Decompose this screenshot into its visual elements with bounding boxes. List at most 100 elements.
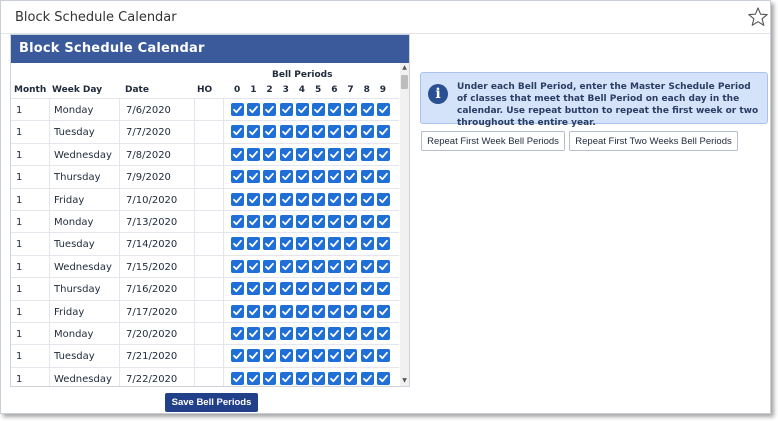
period-8-checkbox[interactable] xyxy=(360,304,374,318)
period-7-checkbox[interactable] xyxy=(344,349,358,363)
period-5-checkbox[interactable] xyxy=(312,103,325,116)
period-0-checkbox[interactable] xyxy=(231,304,244,318)
period-5-checkbox[interactable] xyxy=(312,147,325,161)
period-3-checkbox[interactable] xyxy=(279,147,293,161)
period-3-checkbox[interactable] xyxy=(279,192,293,206)
period-5-checkbox[interactable] xyxy=(312,371,325,385)
period-0-checkbox[interactable] xyxy=(231,170,244,184)
period-1-checkbox[interactable] xyxy=(247,103,261,116)
period-7-checkbox[interactable] xyxy=(344,259,358,273)
period-0-checkbox[interactable] xyxy=(231,349,244,363)
period-9-checkbox[interactable] xyxy=(376,103,390,116)
period-1-checkbox[interactable] xyxy=(247,259,261,273)
scroll-down-arrow-icon[interactable]: ▼ xyxy=(401,377,408,385)
period-4-checkbox[interactable] xyxy=(295,371,309,385)
repeat-first-week-button[interactable]: Repeat First Week Bell Periods xyxy=(421,131,565,151)
period-5-checkbox[interactable] xyxy=(312,237,325,251)
period-8-checkbox[interactable] xyxy=(360,349,374,363)
period-9-checkbox[interactable] xyxy=(376,259,390,273)
period-0-checkbox[interactable] xyxy=(231,327,244,340)
repeat-first-two-weeks-button[interactable]: Repeat First Two Weeks Bell Periods xyxy=(569,131,738,151)
period-6-checkbox[interactable] xyxy=(328,147,342,161)
period-4-checkbox[interactable] xyxy=(295,192,309,206)
period-4-checkbox[interactable] xyxy=(295,103,309,116)
save-bell-periods-button[interactable]: Save Bell Periods xyxy=(165,393,258,412)
period-4-checkbox[interactable] xyxy=(295,259,309,273)
period-6-checkbox[interactable] xyxy=(328,192,342,206)
period-0-checkbox[interactable] xyxy=(231,259,244,273)
period-8-checkbox[interactable] xyxy=(360,237,374,251)
period-1-checkbox[interactable] xyxy=(247,304,261,318)
period-8-checkbox[interactable] xyxy=(360,371,374,385)
period-4-checkbox[interactable] xyxy=(295,170,309,184)
period-6-checkbox[interactable] xyxy=(328,304,342,318)
period-3-checkbox[interactable] xyxy=(279,103,293,116)
period-4-checkbox[interactable] xyxy=(295,304,309,318)
favorite-star-icon[interactable] xyxy=(747,6,769,28)
period-0-checkbox[interactable] xyxy=(231,125,244,139)
period-8-checkbox[interactable] xyxy=(360,282,374,296)
period-9-checkbox[interactable] xyxy=(376,282,390,296)
period-0-checkbox[interactable] xyxy=(231,103,244,116)
period-0-checkbox[interactable] xyxy=(231,192,244,206)
period-9-checkbox[interactable] xyxy=(376,192,390,206)
period-8-checkbox[interactable] xyxy=(360,103,374,116)
period-9-checkbox[interactable] xyxy=(376,304,390,318)
period-2-checkbox[interactable] xyxy=(263,282,277,296)
period-1-checkbox[interactable] xyxy=(247,215,261,228)
period-3-checkbox[interactable] xyxy=(279,349,293,363)
period-2-checkbox[interactable] xyxy=(263,215,277,228)
period-2-checkbox[interactable] xyxy=(263,192,277,206)
period-6-checkbox[interactable] xyxy=(328,259,342,273)
period-6-checkbox[interactable] xyxy=(328,103,342,116)
period-6-checkbox[interactable] xyxy=(328,282,342,296)
period-7-checkbox[interactable] xyxy=(344,215,358,228)
period-6-checkbox[interactable] xyxy=(328,327,342,340)
grid-scrollbar[interactable]: ▲ ▼ xyxy=(400,63,409,386)
period-2-checkbox[interactable] xyxy=(263,304,277,318)
period-4-checkbox[interactable] xyxy=(295,237,309,251)
period-3-checkbox[interactable] xyxy=(279,371,293,385)
period-5-checkbox[interactable] xyxy=(312,170,325,184)
period-5-checkbox[interactable] xyxy=(312,282,325,296)
period-2-checkbox[interactable] xyxy=(263,103,277,116)
period-4-checkbox[interactable] xyxy=(295,349,309,363)
period-1-checkbox[interactable] xyxy=(247,371,261,385)
period-6-checkbox[interactable] xyxy=(328,349,342,363)
period-7-checkbox[interactable] xyxy=(344,147,358,161)
period-3-checkbox[interactable] xyxy=(279,215,293,228)
period-9-checkbox[interactable] xyxy=(376,125,390,139)
scroll-up-arrow-icon[interactable]: ▲ xyxy=(401,64,408,72)
period-8-checkbox[interactable] xyxy=(360,192,374,206)
period-1-checkbox[interactable] xyxy=(247,170,261,184)
period-8-checkbox[interactable] xyxy=(360,125,374,139)
period-1-checkbox[interactable] xyxy=(247,282,261,296)
period-0-checkbox[interactable] xyxy=(231,215,244,228)
period-9-checkbox[interactable] xyxy=(376,327,390,340)
period-7-checkbox[interactable] xyxy=(344,103,358,116)
period-6-checkbox[interactable] xyxy=(328,215,342,228)
period-2-checkbox[interactable] xyxy=(263,259,277,273)
period-8-checkbox[interactable] xyxy=(360,327,374,340)
period-3-checkbox[interactable] xyxy=(279,237,293,251)
period-9-checkbox[interactable] xyxy=(376,237,390,251)
period-3-checkbox[interactable] xyxy=(279,259,293,273)
period-1-checkbox[interactable] xyxy=(247,327,261,340)
period-7-checkbox[interactable] xyxy=(344,125,358,139)
period-3-checkbox[interactable] xyxy=(279,125,293,139)
period-3-checkbox[interactable] xyxy=(279,282,293,296)
period-5-checkbox[interactable] xyxy=(312,304,325,318)
scrollbar-thumb[interactable] xyxy=(401,75,408,89)
period-7-checkbox[interactable] xyxy=(344,327,358,340)
period-3-checkbox[interactable] xyxy=(279,170,293,184)
period-3-checkbox[interactable] xyxy=(279,304,293,318)
period-1-checkbox[interactable] xyxy=(247,147,261,161)
period-2-checkbox[interactable] xyxy=(263,237,277,251)
period-3-checkbox[interactable] xyxy=(279,327,293,340)
period-8-checkbox[interactable] xyxy=(360,259,374,273)
period-2-checkbox[interactable] xyxy=(263,170,277,184)
period-6-checkbox[interactable] xyxy=(328,237,342,251)
period-9-checkbox[interactable] xyxy=(376,349,390,363)
period-8-checkbox[interactable] xyxy=(360,147,374,161)
period-9-checkbox[interactable] xyxy=(376,215,390,228)
